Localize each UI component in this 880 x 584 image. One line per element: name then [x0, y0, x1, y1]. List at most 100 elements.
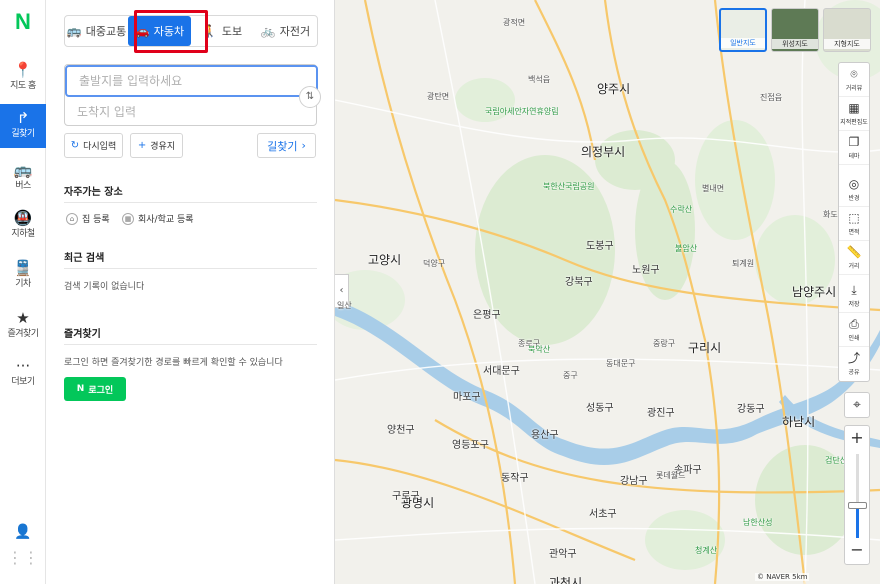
tab-car[interactable]: 🚗 자동차 [128, 16, 191, 46]
tool-label: 테마 [848, 153, 860, 160]
tab-walk[interactable]: 🚶 도보 [191, 16, 254, 46]
map-label: 광탄면 [427, 92, 450, 101]
star-icon: ★ [16, 309, 30, 327]
share-icon: ⤴ [847, 351, 860, 365]
login-button[interactable]: N 로그인 [64, 377, 126, 401]
app-root: N 📍 지도 홈 ↱ 길찾기 🚌 버스 🚇 지하철 🚆 기차 ★ 즐겨찾기 ··… [0, 0, 880, 584]
map-label: 영등포구 [452, 440, 489, 451]
chevron-right-icon: › [301, 139, 306, 152]
park-label: 북악산 [528, 345, 551, 354]
reset-button[interactable]: ↻ 다시입력 [64, 133, 123, 158]
tile-normal-map[interactable]: 일반지도 [719, 8, 767, 52]
tool-distance[interactable]: 📏 거리 [839, 241, 869, 275]
tool-label: 반경 [848, 195, 860, 202]
building-icon: ▦ [122, 212, 134, 225]
map-label: 서대문구 [483, 366, 520, 377]
tool-label: 거리 [848, 263, 860, 270]
tab-transit[interactable]: 🚌 대중교통 [65, 16, 128, 46]
start-input[interactable] [65, 65, 318, 97]
map-canvas[interactable]: ‹ 광적면 양주시 백석읍 광탄면 의정부시 고양시 남양주시 구리시 하남시 … [335, 0, 880, 584]
tool-cadastral[interactable]: ▦ 지적편집도 [839, 97, 869, 131]
rail-item-subway[interactable]: 🚇 지하철 [0, 204, 46, 248]
naver-logo[interactable]: N [12, 10, 34, 34]
rail-item-train[interactable]: 🚆 기차 [0, 254, 46, 298]
scale-text: 5km [792, 573, 808, 581]
rail-item-label: 더보기 [11, 377, 35, 387]
rail-item-label: 지도 홈 [10, 81, 36, 91]
rail-item-directions[interactable]: ↱ 길찾기 [0, 104, 46, 148]
ruler-icon: 📏 [846, 245, 862, 259]
add-waypoint-button[interactable]: + 경유지 [130, 133, 183, 158]
radius-icon: ◎ [848, 177, 860, 191]
locate-me-button[interactable]: ⌖ [844, 392, 870, 418]
register-home-button[interactable]: ⌂ 집 등록 [66, 212, 110, 225]
divider [64, 344, 317, 345]
map-toolbar: ⌾ 거리뷰 ▦ 지적편집도 ❐ 테마 ◎ 반경 ⬚ 면적 📏 거리 ⤓ 저장 ⎙ 인쇄 ⤴ 공유 [838, 62, 870, 382]
tool-share[interactable]: ⤴ 공유 [839, 347, 869, 381]
rail-item-label: 즐겨찾기 [7, 329, 39, 339]
theme-icon: ❐ [848, 135, 860, 149]
home-label: 집 등록 [82, 215, 110, 225]
map-label: 광적면 [503, 18, 526, 27]
car-icon: 🚗 [134, 24, 150, 38]
plus-icon: + [137, 140, 147, 151]
park-label: 국립아세안자연휴양림 [485, 107, 559, 116]
zoom-slider-handle[interactable] [848, 502, 867, 509]
bike-icon: 🚲 [260, 24, 276, 38]
tool-label: 거리뷰 [845, 85, 863, 92]
home-icon: ⌂ [66, 212, 78, 225]
tab-label: 자동차 [153, 25, 185, 38]
map-label: 강동구 [737, 404, 765, 415]
tool-print[interactable]: ⎙ 인쇄 [839, 313, 869, 347]
rail-item-favorites[interactable]: ★ 즐겨찾기 [0, 304, 46, 348]
area-icon: ⬚ [848, 211, 860, 225]
map-label: 일산 [337, 301, 352, 310]
tool-label: 인쇄 [848, 335, 860, 342]
tile-satellite-map[interactable]: 위성지도 [771, 8, 819, 52]
copyright-text: © NAVER [757, 573, 790, 581]
naver-n-icon: N [76, 384, 85, 394]
tool-street-view[interactable]: ⌾ 거리뷰 [839, 63, 869, 97]
rail-item-more[interactable]: ··· 더보기 [0, 352, 46, 396]
tile-terrain-map[interactable]: 지형지도 [823, 8, 871, 52]
divider [64, 268, 317, 269]
tool-save[interactable]: ⤓ 저장 [839, 279, 869, 313]
map-label: 양주시 [597, 82, 631, 96]
rail-item-map-home[interactable]: 📍 지도 홈 [0, 56, 46, 100]
rail-item-label: 기차 [15, 279, 31, 289]
nav-rail: N 📍 지도 홈 ↱ 길찾기 🚌 버스 🚇 지하철 🚆 기차 ★ 즐겨찾기 ··… [0, 0, 46, 584]
route-inputs: ⇅ [64, 64, 321, 127]
tool-theme[interactable]: ❐ 테마 [839, 131, 869, 165]
destination-input[interactable] [65, 96, 318, 127]
print-icon: ⎙ [849, 317, 859, 331]
recent-empty-text: 검색 기록이 없습니다 [64, 282, 145, 292]
tab-bike[interactable]: 🚲 자전거 [254, 16, 317, 46]
find-route-button[interactable]: 길찾기 › [257, 133, 316, 158]
rail-item-label: 버스 [15, 181, 31, 191]
map-label: 광진구 [647, 408, 675, 419]
apps-grid-icon[interactable]: ⋮⋮ [0, 548, 46, 567]
map-label: 성동구 [586, 403, 614, 414]
map-type-tiles: 일반지도 위성지도 지형지도 [719, 8, 871, 52]
tile-label: 일반지도 [721, 38, 765, 48]
register-work-button[interactable]: ▦ 회사/학교 등록 [122, 212, 194, 225]
user-icon[interactable]: 👤 [0, 524, 46, 540]
map-label: 동대문구 [606, 359, 636, 368]
refresh-icon: ↻ [70, 140, 80, 151]
tab-label: 자전거 [279, 25, 311, 38]
tool-label: 저장 [848, 301, 860, 308]
directions-panel: 🚌 대중교통 🚗 자동차 🚶 도보 🚲 자전거 ⇅ ↻ 다시입력 [46, 0, 335, 584]
map-label: 중랑구 [653, 339, 676, 348]
rail-item-bus[interactable]: 🚌 버스 [0, 156, 46, 200]
map-label: 관악구 [549, 549, 577, 560]
park-label: 남한산성 [743, 518, 773, 527]
zoom-out-button[interactable]: − [845, 540, 869, 559]
map-label: 마포구 [453, 392, 481, 403]
tool-radius[interactable]: ◎ 반경 [839, 173, 869, 207]
swap-icon[interactable]: ⇅ [299, 86, 321, 108]
walk-icon: 🚶 [202, 24, 218, 38]
tool-area[interactable]: ⬚ 면적 [839, 207, 869, 241]
rail-item-label: 지하철 [11, 229, 35, 239]
zoom-in-button[interactable]: + [845, 428, 869, 447]
tool-label: 면적 [848, 229, 860, 236]
